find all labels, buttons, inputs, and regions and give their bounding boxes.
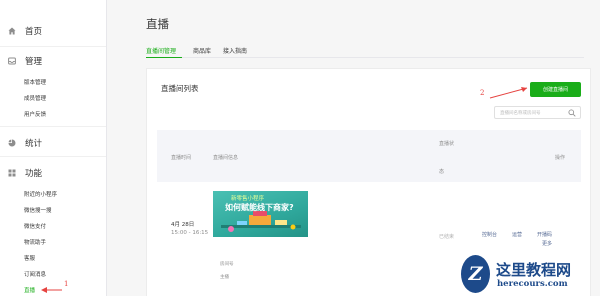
watermark-url: herecours.com [497,279,568,289]
site-watermark: Z 这里教程网 herecours.com [455,253,600,296]
arrowhead-step1 [41,287,47,293]
annotation-step2-label: 2 [480,89,485,97]
annotation-arrows [41,87,528,293]
watermark-logo-icon: Z [461,255,490,293]
annotation-step1-label: 1 [64,280,69,288]
arrow-step2 [489,87,528,99]
watermark-title: 这里教程网 [496,261,572,279]
